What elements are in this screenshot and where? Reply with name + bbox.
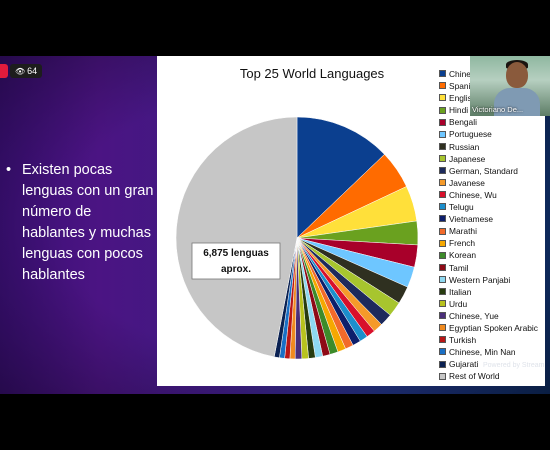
legend-label: Gujarati [449,359,479,370]
chart-title: Top 25 World Languages [239,66,385,81]
legend-item-chinese-min-nan: Chinese, Min Nan [439,346,549,358]
legend-item-chinese-wu: Chinese, Wu [439,189,549,201]
legend-swatch [439,179,446,187]
live-indicator [0,64,8,78]
callout-count-label: 6,875 lenguas [203,248,269,259]
legend-label: Vietnamese [449,214,494,225]
legend-label: Western Panjabi [449,274,511,285]
legend-label: Chinese, Yue [449,310,499,321]
legend-swatch [439,142,446,150]
bullet-text: Existen pocas lenguas con un gran número… [22,162,154,283]
legend-item-tamil: Tamil [439,262,549,274]
presentation-slide: 👁 64 • Existen pocas lenguas con un gran … [0,56,550,394]
legend-label: Portuguese [449,129,492,140]
legend-swatch [439,312,446,320]
legend-item-russian: Russian [439,141,549,153]
legend-item-portuguese: Portuguese [439,128,549,140]
callout-approx-label: aprox. [221,264,251,275]
legend-swatch [439,275,446,283]
legend-item-vietnamese: Vietnamese [439,213,549,225]
legend-swatch [439,287,446,295]
legend-item-marathi: Marathi [439,225,549,237]
powered-by-watermark: Powered by Stream [483,362,545,369]
legend-item-egyptian-spoken-arabic: Egyptian Spoken Arabic [439,322,549,334]
legend-label: Telugu [449,202,474,213]
legend-swatch [439,239,446,247]
eye-icon: 👁 [15,67,26,76]
legend-swatch [439,360,446,368]
legend-label: French [449,238,476,249]
legend-label: Urdu [449,298,468,309]
legend-item-french: French [439,237,549,249]
legend-swatch [439,118,446,126]
legend-label: Bengali [449,117,477,128]
legend-label: Rest of World [449,371,500,382]
legend-item-turkish: Turkish [439,334,549,346]
bullet-point: • Existen pocas lenguas con un gran núme… [6,160,156,286]
webcam-name-label: Victoriano De... [472,105,524,114]
legend-swatch [439,191,446,199]
legend-swatch [439,263,446,271]
legend-item-urdu: Urdu [439,298,549,310]
pie-slice-rest-of-world [175,116,298,358]
legend-swatch [439,130,446,138]
legend-label: Turkish [449,335,477,346]
legend-label: Tamil [449,262,469,273]
legend-swatch [439,336,446,344]
viewer-count-badge: 👁 64 [10,64,43,78]
bullet-icon: • [6,162,12,178]
webcam-video: Victoriano De... [470,56,550,116]
legend-item-telugu: Telugu [439,201,549,213]
legend-swatch [439,324,446,332]
legend-label: Egyptian Spoken Arabic [449,322,538,333]
legend-swatch [439,82,446,90]
legend-label: Korean [449,250,477,261]
legend-item-italian: Italian [439,286,549,298]
legend-item-bengali: Bengali [439,116,549,128]
legend-item-chinese-yue: Chinese, Yue [439,310,549,322]
legend-label: Russian [449,141,480,152]
legend-swatch [439,227,446,235]
legend-swatch [439,372,446,380]
legend-swatch [439,167,446,175]
legend-swatch [439,251,446,259]
legend-swatch [439,215,446,223]
viewer-count: 64 [27,66,38,76]
legend-swatch [439,203,446,211]
legend-swatch [439,70,446,78]
legend-swatch [439,348,446,356]
legend-label: Chinese, Min Nan [449,347,516,358]
legend-swatch [439,300,446,308]
legend-item-japanese: Japanese [439,153,549,165]
legend-swatch [439,106,446,114]
legend-item-korean: Korean [439,249,549,261]
webcam-face [506,62,528,88]
legend-label: German, Standard [449,165,518,176]
legend-swatch [439,94,446,102]
legend-label: Marathi [449,226,477,237]
legend-label: Italian [449,286,472,297]
rest-of-world-callout: 6,875 lenguas aprox. [191,242,281,280]
legend-item-german-standard: German, Standard [439,165,549,177]
legend-label: Javanese [449,177,485,188]
legend-label: Japanese [449,153,486,164]
legend-item-javanese: Javanese [439,177,549,189]
legend-item-western-panjabi: Western Panjabi [439,274,549,286]
legend-label: Chinese, Wu [449,189,497,200]
legend-swatch [439,154,446,162]
legend-item-rest-of-world: Rest of World [439,370,549,382]
legend-label: Hindi [449,105,469,116]
